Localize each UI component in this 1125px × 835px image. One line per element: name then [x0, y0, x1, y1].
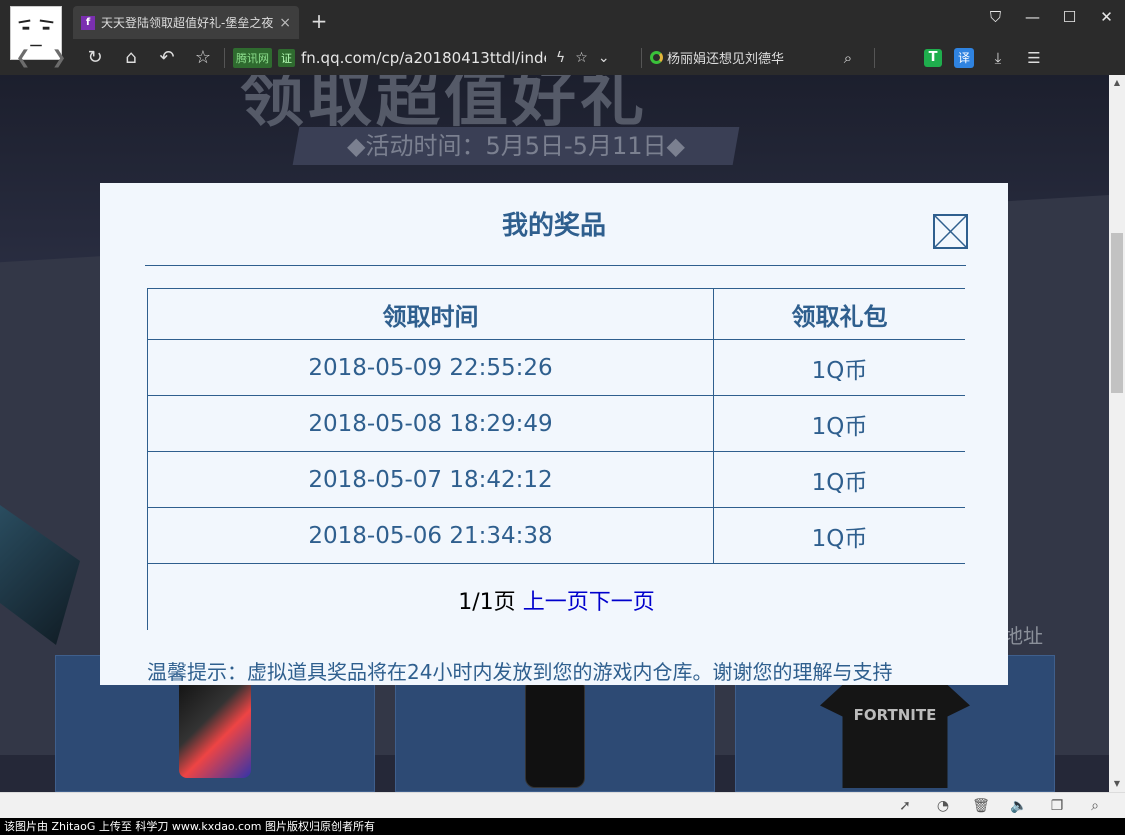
column-header-time: 领取时间	[147, 288, 714, 340]
apps-grid-icon[interactable]	[893, 50, 908, 65]
speed-icon[interactable]: ◔	[933, 796, 953, 816]
lightning-icon[interactable]: ϟ	[556, 50, 565, 66]
table-row: 2018-05-07 18:42:12 1Q币	[147, 451, 965, 508]
pagination: 1/1页 上一页下一页	[147, 564, 965, 630]
prev-page-link[interactable]: 上一页	[523, 590, 589, 615]
dialog-close-button[interactable]	[933, 214, 968, 249]
column-header-gift: 领取礼包	[713, 288, 965, 340]
zoom-icon[interactable]: ⌕	[1085, 796, 1105, 816]
gift-name: 1Q币	[713, 395, 965, 452]
hot-search-icon	[650, 51, 663, 64]
browser-chrome: f 天天登陆领取超值好礼-堡垒之夜 × + ⛉ — ☐ ✕ ❮ ❯ ↻ ⌂ ↶ …	[0, 0, 1125, 75]
window-icon[interactable]: ❐	[1047, 796, 1067, 816]
volume-icon[interactable]: 🔈	[1009, 796, 1029, 816]
title-divider	[145, 265, 966, 266]
activity-date-banner: ◆活动时间：5月5日-5月11日◆	[292, 127, 740, 165]
tab-active[interactable]: f 天天登陆领取超值好礼-堡垒之夜 ×	[73, 6, 299, 39]
chevron-down-icon[interactable]: ⌄	[598, 50, 610, 66]
gift-name: 1Q币	[713, 339, 965, 396]
bookmark-star-icon[interactable]: ☆	[190, 45, 216, 71]
favorite-star-icon[interactable]: ☆	[575, 50, 588, 66]
claim-time: 2018-05-07 18:42:12	[147, 451, 714, 508]
window-controls: ⛉ — ☐ ✕	[977, 4, 1125, 30]
tip-text: 温馨提示：虚拟道具奖品将在24小时内发放到您的游戏内仓库。谢谢您的理解与支持	[147, 660, 893, 684]
site-tag: 腾讯网	[233, 47, 272, 68]
next-page-link[interactable]: 下一页	[589, 590, 655, 615]
prize-table: 领取时间 领取礼包 2018-05-09 22:55:26 1Q币 2018-0…	[147, 288, 965, 564]
status-bar: ➚ ◔ 🗑 🔈 ❐ ⌕	[0, 792, 1125, 818]
mouse-image	[525, 678, 585, 788]
dialog-title: 我的奖品	[501, 211, 606, 241]
table-row: 2018-05-08 18:29:49 1Q币	[147, 395, 965, 452]
my-prizes-dialog: 我的奖品 领取时间 领取礼包 2018-05-09 22:55:26 1Q币 2…	[100, 183, 1008, 685]
page-scrollbar[interactable]: ▲ ▼	[1109, 75, 1125, 792]
hot-search[interactable]: 杨丽娟还想见刘德华	[650, 48, 830, 67]
scroll-down-icon[interactable]: ▼	[1109, 776, 1125, 792]
claim-time: 2018-05-08 18:29:49	[147, 395, 714, 452]
tab-close-icon[interactable]: ×	[279, 15, 291, 31]
forward-icon[interactable]: ❯	[46, 45, 72, 71]
close-window-icon[interactable]: ✕	[1088, 4, 1125, 30]
claim-time: 2018-05-06 21:34:38	[147, 507, 714, 564]
scroll-up-icon[interactable]: ▲	[1109, 75, 1125, 91]
tab-title: 天天登陆领取超值好礼-堡垒之夜	[101, 16, 274, 30]
refresh-icon[interactable]: ↻	[82, 45, 108, 71]
address-link[interactable]: 地址	[1003, 620, 1043, 649]
home-icon[interactable]: ⌂	[118, 45, 144, 71]
site-favicon-icon: f	[81, 15, 95, 30]
translate-icon[interactable]: 译	[954, 47, 974, 68]
phone-image	[179, 678, 251, 778]
undo-icon[interactable]: ↶	[154, 45, 180, 71]
status-icons: ➚ ◔ 🗑 🔈 ❐ ⌕	[895, 796, 1105, 816]
rocket-icon[interactable]: ➚	[895, 796, 915, 816]
table-header-row: 领取时间 领取礼包	[147, 288, 965, 340]
table-row: 2018-05-09 22:55:26 1Q币	[147, 339, 965, 396]
trash-icon[interactable]: 🗑	[971, 796, 991, 816]
minimize-icon[interactable]: —	[1014, 4, 1051, 30]
back-icon[interactable]: ❮	[10, 45, 36, 71]
divider	[874, 47, 875, 68]
t-extension-icon[interactable]: T	[924, 48, 942, 67]
screen: f 天天登陆领取超值好礼-堡垒之夜 × + ⛉ — ☐ ✕ ❮ ❯ ↻ ⌂ ↶ …	[0, 0, 1125, 835]
shirt-image: FORTNITE	[820, 678, 970, 788]
skin-icon[interactable]: ⛉	[977, 4, 1014, 30]
maximize-icon[interactable]: ☐	[1051, 4, 1088, 30]
menu-icon[interactable]: ☰	[1022, 46, 1046, 70]
scrollbar-thumb[interactable]	[1111, 233, 1123, 393]
url-text[interactable]: fn.qq.com/cp/a20180413ttdl/inde	[301, 49, 546, 67]
table-row: 2018-05-06 21:34:38 1Q币	[147, 507, 965, 564]
gift-name: 1Q币	[713, 451, 965, 508]
new-tab-button[interactable]: +	[308, 10, 330, 32]
claim-time: 2018-05-09 22:55:26	[147, 339, 714, 396]
nav-bar: ❮ ❯ ↻ ⌂ ↶ ☆ 腾讯网 证 fn.qq.com/cp/a20180413…	[0, 40, 1125, 75]
cert-badge[interactable]: 证	[278, 48, 295, 67]
address-bar[interactable]: 腾讯网 证 fn.qq.com/cp/a20180413ttdl/inde ϟ …	[233, 45, 633, 71]
search-icon[interactable]: ⌕	[836, 46, 860, 70]
page-indicator: 1/1页	[458, 590, 516, 615]
hot-search-text: 杨丽娟还想见刘德华	[667, 52, 785, 67]
download-icon[interactable]: ⤓	[986, 46, 1010, 70]
activity-date: ◆活动时间：5月5日-5月11日◆	[347, 132, 685, 160]
close-icon	[935, 216, 966, 247]
image-credit: 该图片由 ZhitaoG 上传至 科学刀 www.kxdao.com 图片版权归…	[0, 818, 1125, 835]
divider	[224, 47, 225, 68]
divider	[641, 47, 642, 68]
gift-name: 1Q币	[713, 507, 965, 564]
